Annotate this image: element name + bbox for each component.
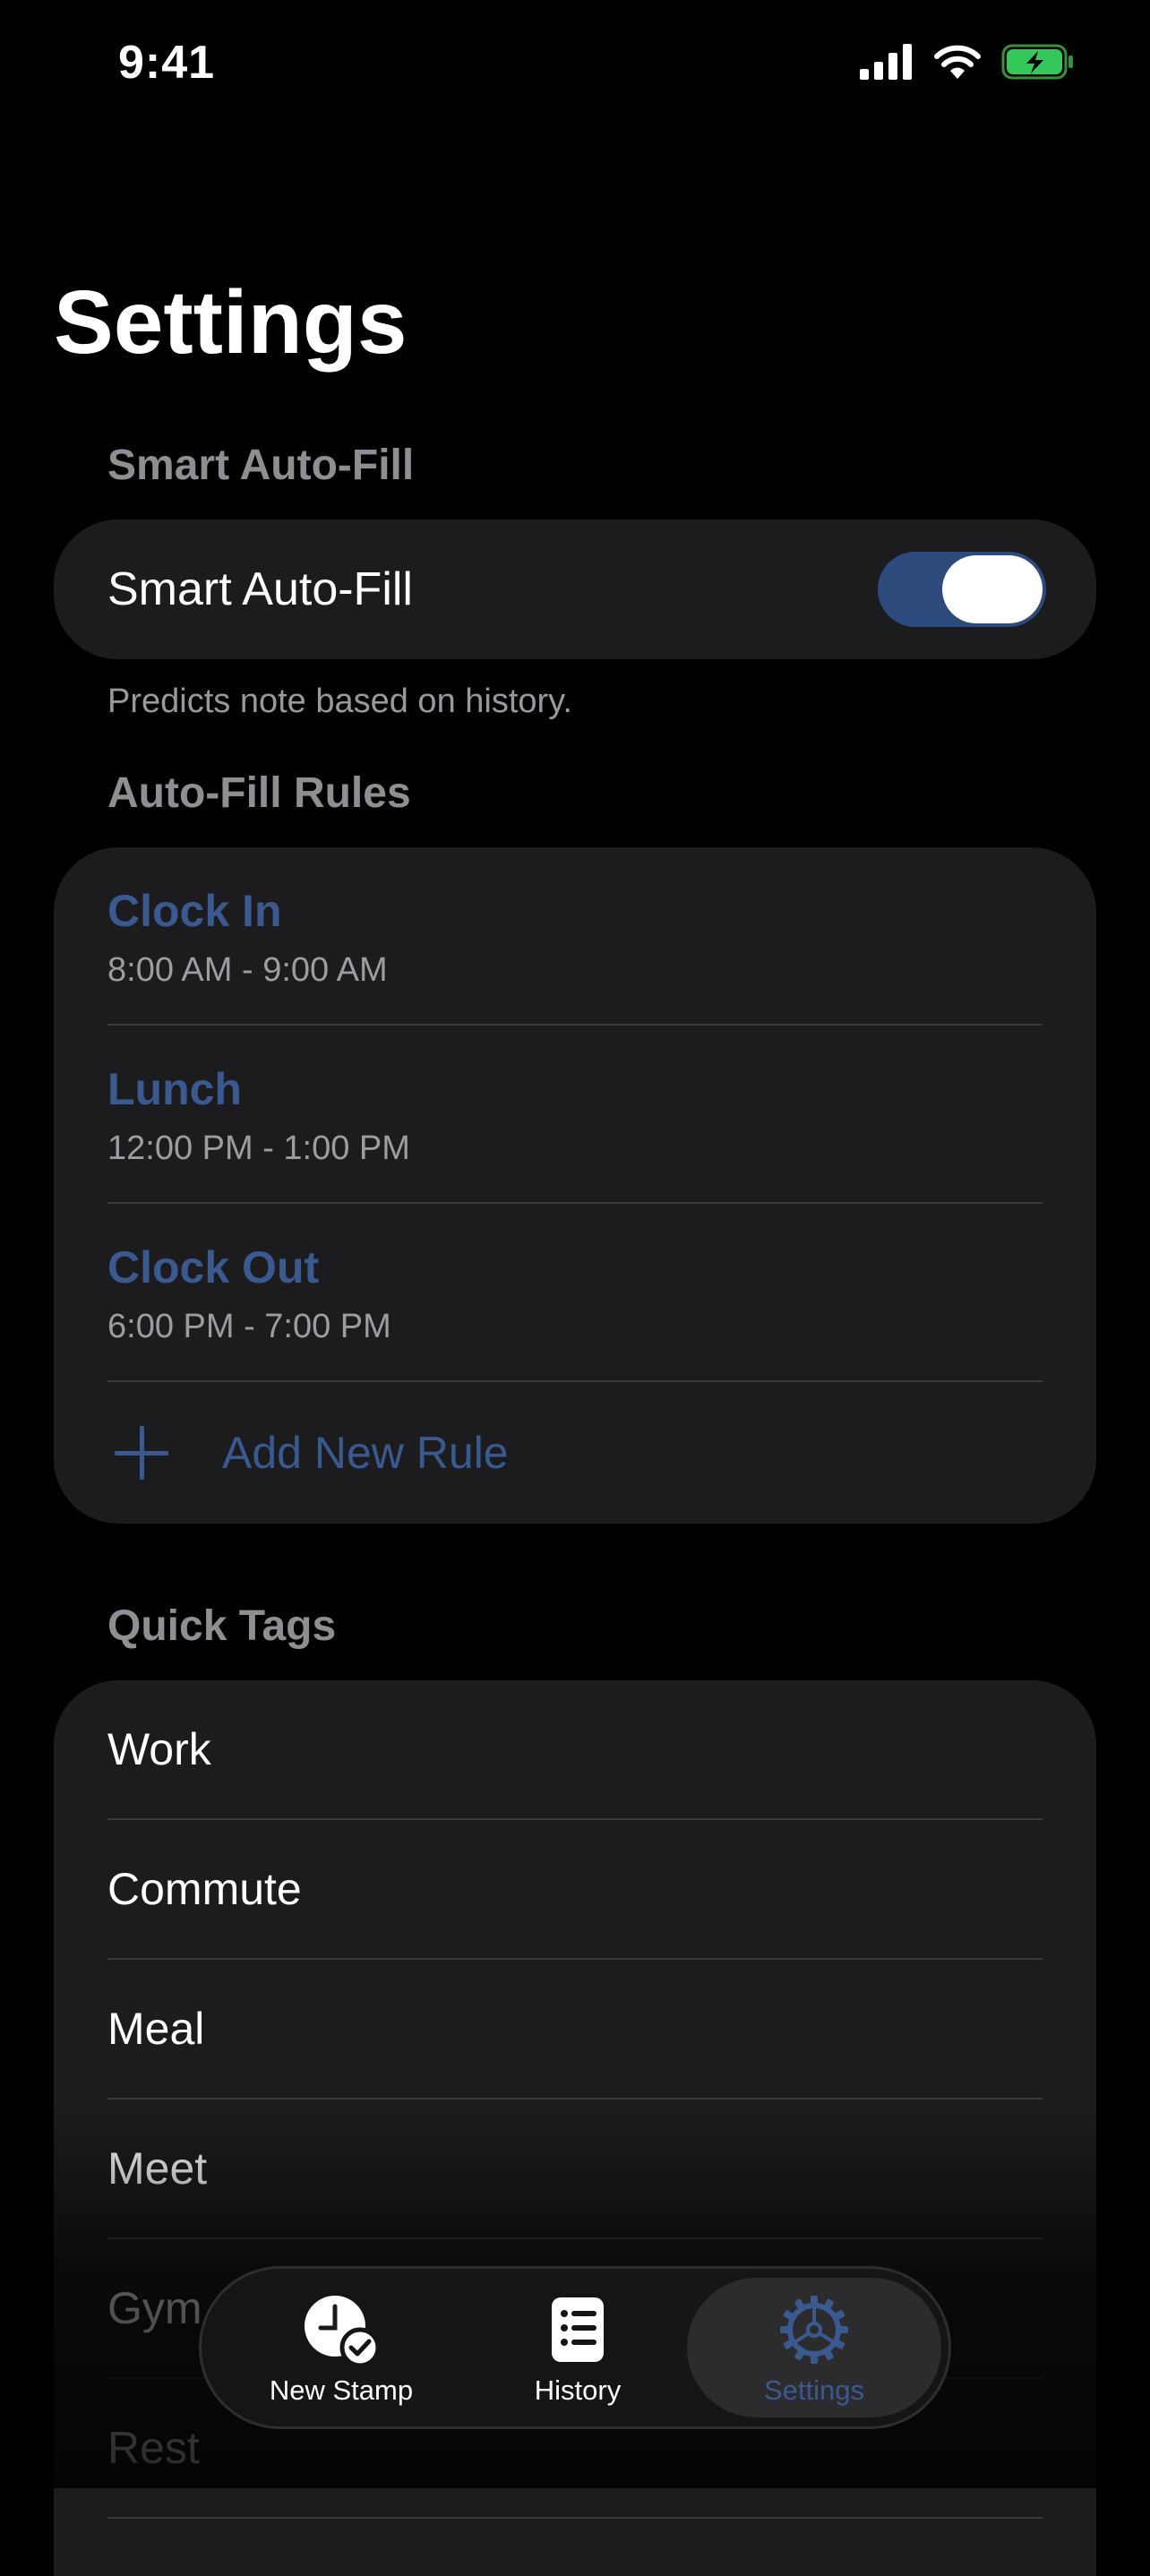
gear-icon — [778, 2292, 850, 2367]
tab-label: History — [534, 2374, 622, 2406]
add-new-rule-button[interactable]: Add New Rule — [54, 1382, 1096, 1524]
list-icon — [550, 2292, 605, 2367]
tab-bar: New Stamp History Settings — [199, 2266, 951, 2429]
quick-tags-card: Work Commute Meal Meet Gym Rest — [54, 1680, 1096, 2576]
rule-title: Clock Out — [107, 1242, 320, 1292]
section-header-quick-tags: Quick Tags — [107, 1602, 337, 1650]
battery-charging-icon — [1001, 44, 1075, 84]
section-header-smart-autofill: Smart Auto-Fill — [107, 442, 415, 489]
status-time: 9:41 — [118, 37, 216, 89]
smart-autofill-toggle[interactable] — [878, 552, 1046, 627]
status-icons — [860, 43, 1075, 85]
tag-row-work[interactable]: Work — [107, 1680, 1043, 1820]
smart-autofill-row: Smart Auto-Fill — [54, 519, 1096, 659]
tab-label: New Stamp — [269, 2374, 414, 2406]
wifi-icon — [933, 43, 982, 85]
rule-time: 12:00 PM - 1:00 PM — [107, 1129, 410, 1167]
plus-icon — [115, 1426, 168, 1480]
tag-row-meal[interactable]: Meal — [107, 1960, 1043, 2099]
status-bar: 9:41 — [0, 0, 1150, 125]
rule-row-clock-in[interactable]: Clock In 8:00 AM - 9:00 AM — [107, 847, 1043, 1026]
tag-row-meet[interactable]: Meet — [107, 2099, 1043, 2239]
rule-row-lunch[interactable]: Lunch 12:00 PM - 1:00 PM — [107, 1026, 1043, 1204]
autofill-rules-card: Clock In 8:00 AM - 9:00 AM Lunch 12:00 P… — [54, 847, 1096, 1524]
tab-label: Settings — [763, 2374, 864, 2406]
clock-check-icon — [303, 2292, 380, 2367]
tag-row-commute[interactable]: Commute — [107, 1820, 1043, 1960]
rule-row-clock-out[interactable]: Clock Out 6:00 PM - 7:00 PM — [107, 1204, 1043, 1382]
section-header-autofill-rules: Auto-Fill Rules — [107, 769, 411, 817]
cellular-signal-icon — [860, 44, 914, 84]
rule-time: 6:00 PM - 7:00 PM — [107, 1308, 391, 1345]
rule-title: Clock In — [107, 886, 282, 936]
smart-autofill-label: Smart Auto-Fill — [107, 563, 413, 615]
tab-new-stamp[interactable]: New Stamp — [214, 2278, 468, 2417]
rule-time: 8:00 AM - 9:00 AM — [107, 951, 388, 989]
add-new-rule-label: Add New Rule — [222, 1428, 509, 1478]
rule-title: Lunch — [107, 1064, 242, 1114]
smart-autofill-footnote: Predicts note based on history. — [107, 683, 572, 720]
smart-autofill-card: Smart Auto-Fill — [54, 519, 1096, 659]
page-title: Settings — [54, 272, 408, 373]
toggle-knob — [942, 555, 1043, 623]
tab-settings[interactable]: Settings — [687, 2278, 941, 2417]
tab-history[interactable]: History — [451, 2278, 705, 2417]
